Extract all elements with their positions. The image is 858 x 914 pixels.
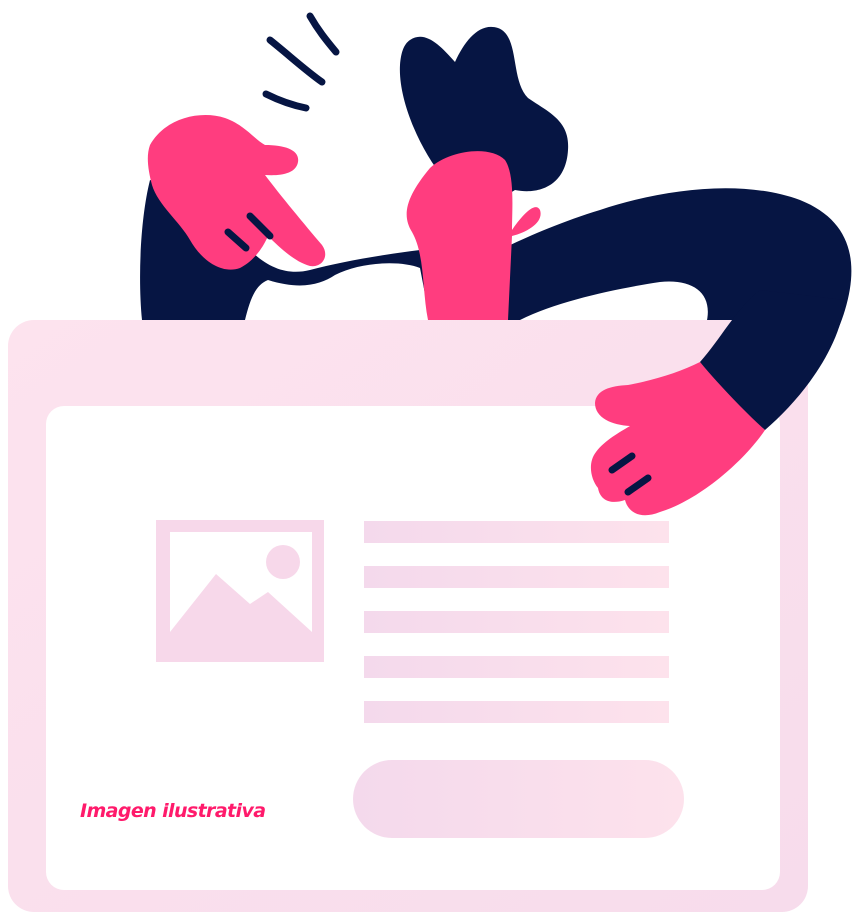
motion-line: [262, 90, 310, 112]
image-placeholder-icon: [156, 520, 324, 662]
motion-line: [266, 36, 326, 86]
button-placeholder: [353, 760, 684, 838]
illustrative-caption: Imagen ilustrativa: [80, 800, 266, 822]
text-line: [364, 701, 669, 723]
motion-line: [306, 12, 340, 56]
text-line: [364, 611, 669, 633]
text-line: [364, 566, 669, 588]
illustration-scene: [8, 12, 852, 912]
text-line: [364, 656, 669, 678]
text-line: [364, 521, 669, 543]
